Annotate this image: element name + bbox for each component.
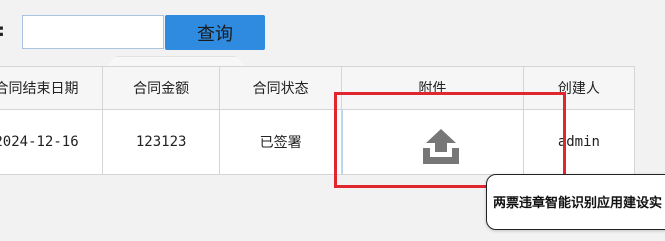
query-button[interactable]: 查询: [165, 15, 265, 50]
table-row[interactable]: 2024-12-16 123123 已签署 admin: [0, 109, 636, 175]
cell-status: 已签署: [219, 109, 342, 175]
table-header-row: 合同结束日期 合同金额 合同状态 附件 创建人: [0, 66, 636, 110]
cell-attachment: [340, 109, 524, 175]
cell-amount: 123123: [102, 109, 221, 175]
tooltip: 两票违章智能识别应用建设实: [486, 174, 665, 230]
cell-end-date: 2024-12-16: [0, 109, 104, 175]
header-contract-end-date[interactable]: 合同结束日期: [0, 66, 104, 110]
search-input[interactable]: [22, 15, 164, 49]
header-contract-amount[interactable]: 合同金额: [102, 66, 221, 110]
header-attachment[interactable]: 附件: [340, 66, 524, 110]
search-field-label: :: [0, 21, 5, 41]
cell-creator: admin: [522, 109, 636, 175]
contract-table: 合同结束日期 合同金额 合同状态 附件 创建人 2024-12-16 12312…: [0, 66, 636, 175]
header-contract-status[interactable]: 合同状态: [219, 66, 342, 110]
upload-dropzone[interactable]: [342, 110, 523, 174]
header-creator[interactable]: 创建人: [522, 66, 636, 110]
search-bar: : 查询: [0, 0, 665, 67]
upload-icon[interactable]: [421, 126, 461, 166]
